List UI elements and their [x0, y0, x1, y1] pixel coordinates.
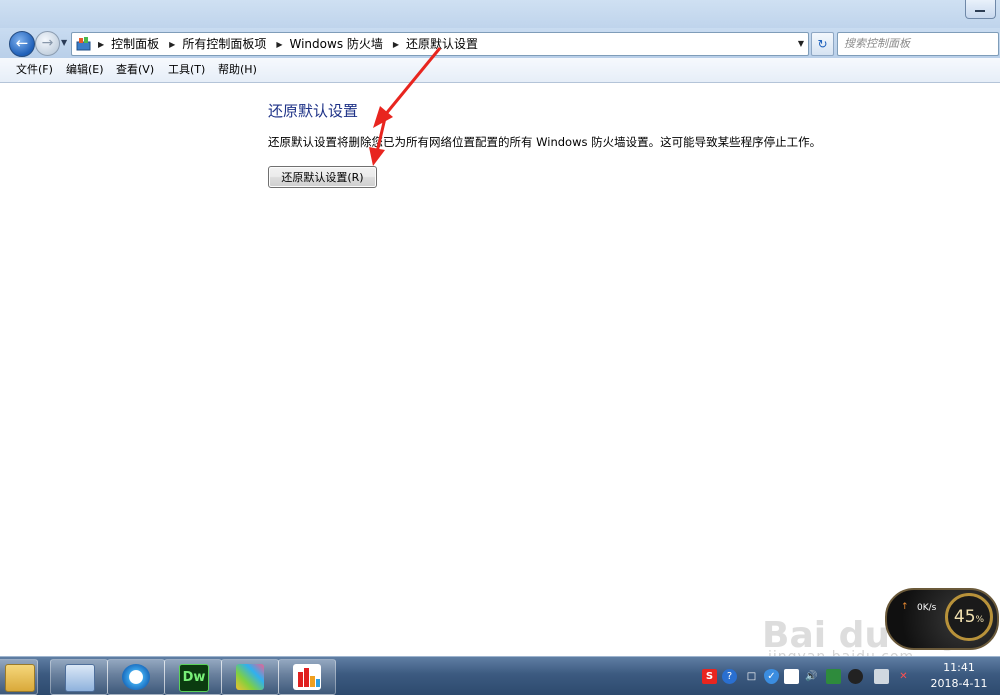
menu-help[interactable]: 帮助(H) — [218, 58, 257, 82]
folder-icon — [5, 664, 35, 692]
qq-icon[interactable] — [848, 669, 863, 684]
usage-ring: 45% — [945, 593, 993, 641]
forward-arrow-icon[interactable]: → — [35, 31, 60, 56]
taskbar-chart-app[interactable] — [278, 659, 336, 695]
breadcrumb-item-restore-defaults[interactable]: 还原默认设置 — [406, 37, 478, 51]
address-dropdown-icon[interactable]: ▼ — [798, 33, 804, 55]
breadcrumb-item-control-panel[interactable]: 控制面板 — [111, 37, 159, 51]
usage-percent: 45 — [953, 607, 976, 627]
security-shield-icon[interactable]: ✓ — [764, 669, 779, 684]
taskbar-image-viewer[interactable] — [221, 659, 279, 695]
system-tray: S ? □ ✓ 🔊 ✕ — [698, 657, 938, 695]
menu-file[interactable]: 文件(F) — [16, 58, 53, 82]
breadcrumb: ▶ 控制面板 ▶ 所有控制面板项 ▶ Windows 防火墙 ▶ 还原默认设置 — [94, 33, 478, 55]
control-panel-icon — [76, 37, 91, 51]
notification-icon[interactable]: □ — [744, 669, 759, 684]
image-viewer-icon — [236, 664, 264, 690]
restore-defaults-button[interactable]: 还原默认设置(R) — [268, 166, 377, 188]
breadcrumb-arrow-icon[interactable]: ▶ — [169, 34, 175, 56]
volume-icon[interactable]: 🔊 — [804, 669, 819, 684]
chart-tray-icon[interactable] — [784, 669, 799, 684]
control-panel-app-icon — [65, 664, 95, 692]
menu-edit[interactable]: 编辑(E) — [66, 58, 104, 82]
content-pane: 还原默认设置 还原默认设置将删除您已为所有网络位置配置的所有 Windows 防… — [0, 83, 1000, 656]
bar-chart-app-icon — [293, 664, 321, 690]
network-speed-value: 0K/s — [917, 603, 937, 613]
dreamweaver-icon: Dw — [179, 664, 209, 692]
taskbar-browser[interactable] — [107, 659, 165, 695]
page-title: 还原默认设置 — [268, 102, 359, 120]
upload-arrow-icon: ↑ — [901, 602, 909, 612]
breadcrumb-arrow-icon[interactable]: ▶ — [393, 34, 399, 56]
network-speed-gadget[interactable]: ↑ 0K/s 45% — [885, 588, 999, 650]
breadcrumb-arrow-icon[interactable]: ▶ — [276, 34, 282, 56]
device-icon[interactable] — [874, 669, 889, 684]
monitor-icon[interactable] — [826, 669, 841, 684]
breadcrumb-arrow-icon[interactable]: ▶ — [98, 34, 104, 56]
menu-tools[interactable]: 工具(T) — [168, 58, 205, 82]
browser-icon — [122, 664, 150, 690]
menu-bar: 文件(F) 编辑(E) 查看(V) 工具(T) 帮助(H) — [0, 58, 1000, 83]
taskbar: Dw S ? □ ✓ 🔊 ✕ 11:41 2018-4-11 — [0, 656, 1000, 695]
refresh-icon[interactable]: ↻ — [811, 32, 834, 56]
clock-date: 2018-4-11 — [930, 677, 988, 690]
navigation-bar: ← → ▼ ▶ 控制面板 ▶ 所有控制面板项 ▶ Windows 防火墙 ▶ 还原默认设置 ▼… — [0, 28, 1000, 58]
clock-time: 11:41 — [943, 661, 975, 674]
address-bar[interactable]: ▶ 控制面板 ▶ 所有控制面板项 ▶ Windows 防火墙 ▶ 还原默认设置 ▼ — [71, 32, 809, 56]
minimize-button[interactable] — [965, 0, 996, 19]
recent-pages-dropdown-icon[interactable]: ▼ — [61, 38, 67, 47]
search-input[interactable] — [844, 35, 994, 51]
taskbar-control-panel[interactable] — [50, 659, 108, 695]
usage-percent-sign: % — [975, 615, 985, 625]
back-arrow-icon[interactable]: ← — [9, 31, 35, 57]
breadcrumb-item-all-items[interactable]: 所有控制面板项 — [182, 37, 266, 51]
menu-view[interactable]: 查看(V) — [116, 58, 154, 82]
breadcrumb-item-firewall[interactable]: Windows 防火墙 — [290, 37, 383, 51]
window-titlebar — [0, 0, 1000, 28]
help-icon[interactable]: ? — [722, 669, 737, 684]
input-method-icon[interactable]: S — [702, 669, 717, 684]
system-clock[interactable]: 11:41 2018-4-11 — [924, 660, 994, 692]
search-box[interactable] — [837, 32, 999, 56]
taskbar-explorer[interactable] — [0, 659, 38, 695]
taskbar-dreamweaver[interactable]: Dw — [164, 659, 222, 695]
page-description: 还原默认设置将删除您已为所有网络位置配置的所有 Windows 防火墙设置。这可… — [268, 135, 822, 149]
muted-speaker-icon[interactable]: ✕ — [896, 669, 911, 684]
